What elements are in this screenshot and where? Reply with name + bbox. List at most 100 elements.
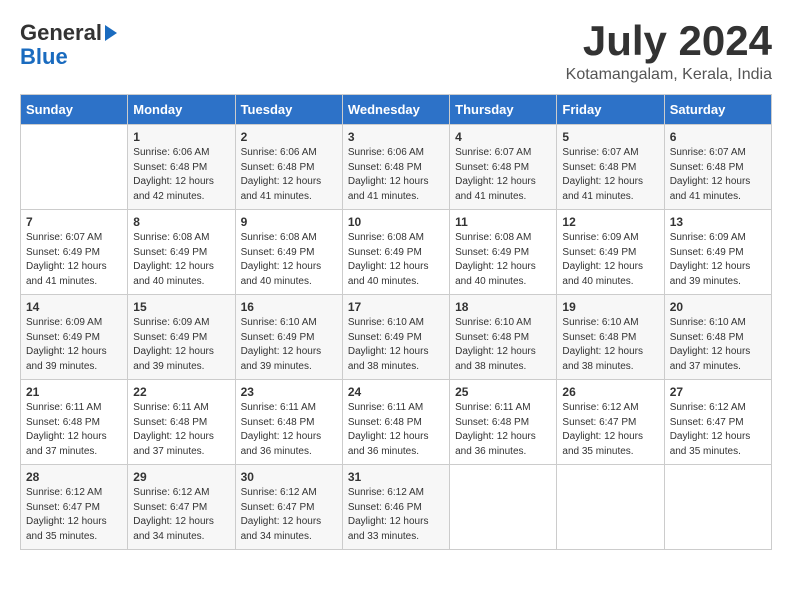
day-number: 15 (133, 300, 229, 314)
day-info: Sunrise: 6:08 AM Sunset: 6:49 PM Dayligh… (133, 231, 229, 289)
day-info: Sunrise: 6:12 AM Sunset: 6:46 PM Dayligh… (348, 486, 444, 544)
calendar-header: Sunday Monday Tuesday Wednesday Thursday… (21, 95, 772, 125)
calendar-cell: 29Sunrise: 6:12 AM Sunset: 6:47 PM Dayli… (128, 465, 235, 550)
calendar-cell (21, 125, 128, 210)
calendar-cell: 26 Sunrise: 6:12 AM Sunset: 6:47 PM Dayli… (557, 380, 664, 465)
logo: General Blue (20, 20, 117, 68)
day-info: Sunrise: 6:12 AM Sunset: 6:47 PM Dayligh… (26, 486, 122, 544)
day-info: Sunrise: 6:11 AM Sunset: 6:48 PM Dayligh… (133, 401, 229, 459)
calendar-cell: 22 Sunrise: 6:11 AM Sunset: 6:48 PM Dayli… (128, 380, 235, 465)
day-number: 18 (455, 300, 551, 314)
calendar-cell: 15 Sunrise: 6:09 AM Sunset: 6:49 PM Dayli… (128, 295, 235, 380)
header-thursday: Thursday (450, 95, 557, 125)
day-info: Sunrise: 6:09 AM Sunset: 6:49 PM Dayligh… (133, 316, 229, 374)
calendar-cell: 5 Sunrise: 6:07 AM Sunset: 6:48 PM Daylig… (557, 125, 664, 210)
calendar-cell: 2Sunrise: 6:06 AM Sunset: 6:48 PM Daylig… (235, 125, 342, 210)
calendar-cell: 1 Sunrise: 6:06 AM Sunset: 6:48 PM Daylig… (128, 125, 235, 210)
calendar-week-3: 21 Sunrise: 6:11 AM Sunset: 6:48 PM Dayli… (21, 380, 772, 465)
day-number: 1 (133, 130, 229, 144)
header-friday: Friday (557, 95, 664, 125)
day-info: Sunrise: 6:11 AM Sunset: 6:48 PM Dayligh… (348, 401, 444, 459)
calendar-cell: 16 Sunrise: 6:10 AM Sunset: 6:49 PM Dayli… (235, 295, 342, 380)
day-info: Sunrise: 6:12 AM Sunset: 6:47 PM Dayligh… (241, 486, 337, 544)
calendar-week-2: 14 Sunrise: 6:09 AM Sunset: 6:49 PM Dayli… (21, 295, 772, 380)
day-number: 20 (670, 300, 766, 314)
day-number: 31 (348, 470, 444, 484)
calendar-cell: 9 Sunrise: 6:08 AM Sunset: 6:49 PM Daylig… (235, 210, 342, 295)
day-number: 5 (562, 130, 658, 144)
calendar-cell: 30Sunrise: 6:12 AM Sunset: 6:47 PM Dayli… (235, 465, 342, 550)
day-info: Sunrise: 6:07 AM Sunset: 6:48 PM Dayligh… (670, 146, 766, 204)
logo-general: General (20, 20, 102, 46)
header-tuesday: Tuesday (235, 95, 342, 125)
day-info: Sunrise: 6:12 AM Sunset: 6:47 PM Dayligh… (562, 401, 658, 459)
calendar-cell (557, 465, 664, 550)
day-number: 14 (26, 300, 122, 314)
day-info: Sunrise: 6:11 AM Sunset: 6:48 PM Dayligh… (241, 401, 337, 459)
day-info: Sunrise: 6:07 AM Sunset: 6:48 PM Dayligh… (562, 146, 658, 204)
day-info: Sunrise: 6:07 AM Sunset: 6:48 PM Dayligh… (455, 146, 551, 204)
calendar-cell: 6 Sunrise: 6:07 AM Sunset: 6:48 PM Daylig… (664, 125, 771, 210)
calendar-cell: 4 Sunrise: 6:07 AM Sunset: 6:48 PM Daylig… (450, 125, 557, 210)
day-number: 4 (455, 130, 551, 144)
day-number: 16 (241, 300, 337, 314)
day-info: Sunrise: 6:12 AM Sunset: 6:47 PM Dayligh… (670, 401, 766, 459)
weekday-row: Sunday Monday Tuesday Wednesday Thursday… (21, 95, 772, 125)
day-info: Sunrise: 6:09 AM Sunset: 6:49 PM Dayligh… (670, 231, 766, 289)
month-title: July 2024 (566, 20, 772, 62)
day-info: Sunrise: 6:10 AM Sunset: 6:48 PM Dayligh… (670, 316, 766, 374)
day-number: 9 (241, 215, 337, 229)
logo-flag-icon (105, 25, 117, 41)
header-saturday: Saturday (664, 95, 771, 125)
day-info: Sunrise: 6:09 AM Sunset: 6:49 PM Dayligh… (26, 316, 122, 374)
day-number: 24 (348, 385, 444, 399)
day-number: 27 (670, 385, 766, 399)
day-info: Sunrise: 6:06 AM Sunset: 6:48 PM Dayligh… (133, 146, 229, 204)
day-number: 22 (133, 385, 229, 399)
day-number: 10 (348, 215, 444, 229)
day-number: 19 (562, 300, 658, 314)
calendar-week-0: 1 Sunrise: 6:06 AM Sunset: 6:48 PM Daylig… (21, 125, 772, 210)
page-header: General Blue July 2024 Kotamangalam, Ker… (20, 20, 772, 84)
day-number: 17 (348, 300, 444, 314)
day-number: 7 (26, 215, 122, 229)
day-info: Sunrise: 6:07 AM Sunset: 6:49 PM Dayligh… (26, 231, 122, 289)
day-number: 25 (455, 385, 551, 399)
day-info: Sunrise: 6:08 AM Sunset: 6:49 PM Dayligh… (348, 231, 444, 289)
calendar-table: Sunday Monday Tuesday Wednesday Thursday… (20, 94, 772, 550)
day-info: Sunrise: 6:10 AM Sunset: 6:48 PM Dayligh… (455, 316, 551, 374)
day-info: Sunrise: 6:10 AM Sunset: 6:48 PM Dayligh… (562, 316, 658, 374)
day-number: 6 (670, 130, 766, 144)
calendar-week-1: 7 Sunrise: 6:07 AM Sunset: 6:49 PM Daylig… (21, 210, 772, 295)
calendar-cell: 21 Sunrise: 6:11 AM Sunset: 6:48 PM Dayli… (21, 380, 128, 465)
calendar-cell: 13 Sunrise: 6:09 AM Sunset: 6:49 PM Dayli… (664, 210, 771, 295)
calendar-cell: 10 Sunrise: 6:08 AM Sunset: 6:49 PM Dayli… (342, 210, 449, 295)
day-info: Sunrise: 6:11 AM Sunset: 6:48 PM Dayligh… (26, 401, 122, 459)
title-block: July 2024 Kotamangalam, Kerala, India (566, 20, 772, 84)
day-info: Sunrise: 6:06 AM Sunset: 6:48 PM Dayligh… (348, 146, 444, 204)
day-number: 13 (670, 215, 766, 229)
calendar-cell: 17Sunrise: 6:10 AM Sunset: 6:49 PM Dayli… (342, 295, 449, 380)
day-number: 21 (26, 385, 122, 399)
calendar-cell: 25Sunrise: 6:11 AM Sunset: 6:48 PM Dayli… (450, 380, 557, 465)
calendar-body: 1 Sunrise: 6:06 AM Sunset: 6:48 PM Daylig… (21, 125, 772, 550)
day-info: Sunrise: 6:08 AM Sunset: 6:49 PM Dayligh… (455, 231, 551, 289)
calendar-cell: 12Sunrise: 6:09 AM Sunset: 6:49 PM Dayli… (557, 210, 664, 295)
calendar-cell: 14 Sunrise: 6:09 AM Sunset: 6:49 PM Dayli… (21, 295, 128, 380)
header-monday: Monday (128, 95, 235, 125)
day-number: 2 (241, 130, 337, 144)
calendar-cell: 27 Sunrise: 6:12 AM Sunset: 6:47 PM Dayli… (664, 380, 771, 465)
calendar-week-4: 28 Sunrise: 6:12 AM Sunset: 6:47 PM Dayli… (21, 465, 772, 550)
day-number: 11 (455, 215, 551, 229)
day-number: 28 (26, 470, 122, 484)
day-number: 29 (133, 470, 229, 484)
day-number: 12 (562, 215, 658, 229)
day-info: Sunrise: 6:08 AM Sunset: 6:49 PM Dayligh… (241, 231, 337, 289)
calendar-cell: 3Sunrise: 6:06 AM Sunset: 6:48 PM Daylig… (342, 125, 449, 210)
calendar-cell: 19 Sunrise: 6:10 AM Sunset: 6:48 PM Dayli… (557, 295, 664, 380)
day-number: 26 (562, 385, 658, 399)
day-info: Sunrise: 6:10 AM Sunset: 6:49 PM Dayligh… (241, 316, 337, 374)
day-number: 8 (133, 215, 229, 229)
calendar-cell: 28 Sunrise: 6:12 AM Sunset: 6:47 PM Dayli… (21, 465, 128, 550)
calendar-cell: 18 Sunrise: 6:10 AM Sunset: 6:48 PM Dayli… (450, 295, 557, 380)
